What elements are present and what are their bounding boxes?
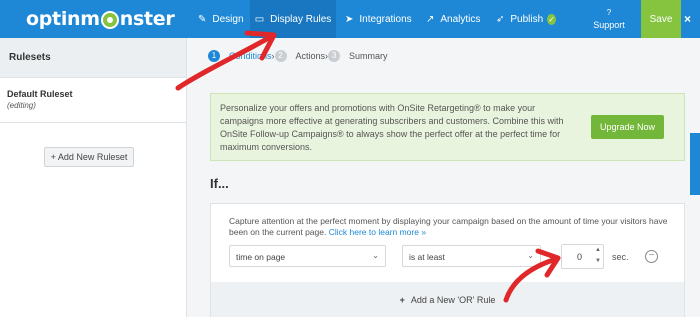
condition-operator-select[interactable]: is at least ⌄ [402, 245, 541, 267]
nav-integrations[interactable]: ➤ Integrations [345, 0, 412, 38]
add-or-rule-button[interactable]: + Add a New 'OR' Rule [211, 282, 684, 317]
seconds-input[interactable]: 0 ▲ ▼ [561, 244, 604, 269]
unit-label: sec. [612, 252, 629, 262]
side-feedback-tab[interactable] [690, 133, 700, 195]
paper-plane-icon: ➤ [345, 13, 354, 25]
ruleset-status: (editing) [7, 101, 36, 110]
upgrade-promo: Personalize your offers and promotions w… [210, 93, 685, 161]
ruleset-name: Default Ruleset [7, 89, 73, 99]
chart-icon: ↗ [426, 13, 435, 25]
step-conditions[interactable]: 1 Conditions [208, 50, 272, 62]
remove-rule-icon[interactable]: − [645, 250, 658, 263]
stepper-icon[interactable]: ▲ ▼ [595, 245, 601, 267]
if-heading: If... [210, 176, 229, 191]
question-icon: ? [606, 8, 612, 17]
annotation-arrow-display-rules [175, 33, 275, 91]
ruleset-item-default[interactable]: Default Ruleset (editing) [0, 78, 186, 123]
support-button[interactable]: ? Support [590, 7, 628, 31]
condition-field-select[interactable]: time on page ⌄ [229, 245, 386, 267]
check-icon: ✓ [547, 13, 556, 25]
rocket-icon: ➶ [496, 13, 505, 25]
promo-text: Personalize your offers and promotions w… [220, 103, 564, 152]
optinmonster-logo[interactable]: optinm nster [26, 6, 175, 32]
upgrade-now-button[interactable]: Upgrade Now [591, 115, 664, 139]
rulesets-sidebar: Rulesets Default Ruleset (editing) + Add… [0, 38, 187, 317]
step-summary[interactable]: 3 Summary [328, 50, 388, 62]
nav-analytics[interactable]: ↗ Analytics [426, 0, 480, 38]
nav-design[interactable]: ✎ Design [198, 0, 248, 38]
brush-icon: ✎ [198, 13, 207, 25]
plus-icon: + [399, 294, 405, 305]
chevron-down-icon: ⌄ [372, 251, 379, 260]
top-bar: optinm nster ✎ Design ▭ Display Rules ➤ Inte… [0, 0, 700, 38]
save-button[interactable]: Save [641, 0, 681, 38]
learn-more-link[interactable]: Click here to learn more » [329, 227, 426, 237]
monitor-icon: ▭ [254, 13, 265, 25]
nav-display-rules[interactable]: ▭ Display Rules [250, 0, 336, 38]
chevron-down-icon: ⌄ [527, 251, 534, 260]
rule-description: Capture attention at the perfect moment … [229, 216, 668, 237]
rule-box: Capture attention at the perfect moment … [210, 203, 685, 317]
nav-publish[interactable]: ➶ Publish ✓ [496, 0, 556, 38]
step-actions[interactable]: 2 Actions [274, 50, 325, 62]
step-progress: 1 Conditions › 2 Actions › 3 Summary [208, 50, 388, 62]
close-icon[interactable]: × [684, 12, 691, 26]
monster-icon [100, 11, 119, 29]
add-ruleset-button[interactable]: + Add New Ruleset [44, 147, 134, 167]
rulesets-heading: Rulesets [0, 38, 186, 78]
